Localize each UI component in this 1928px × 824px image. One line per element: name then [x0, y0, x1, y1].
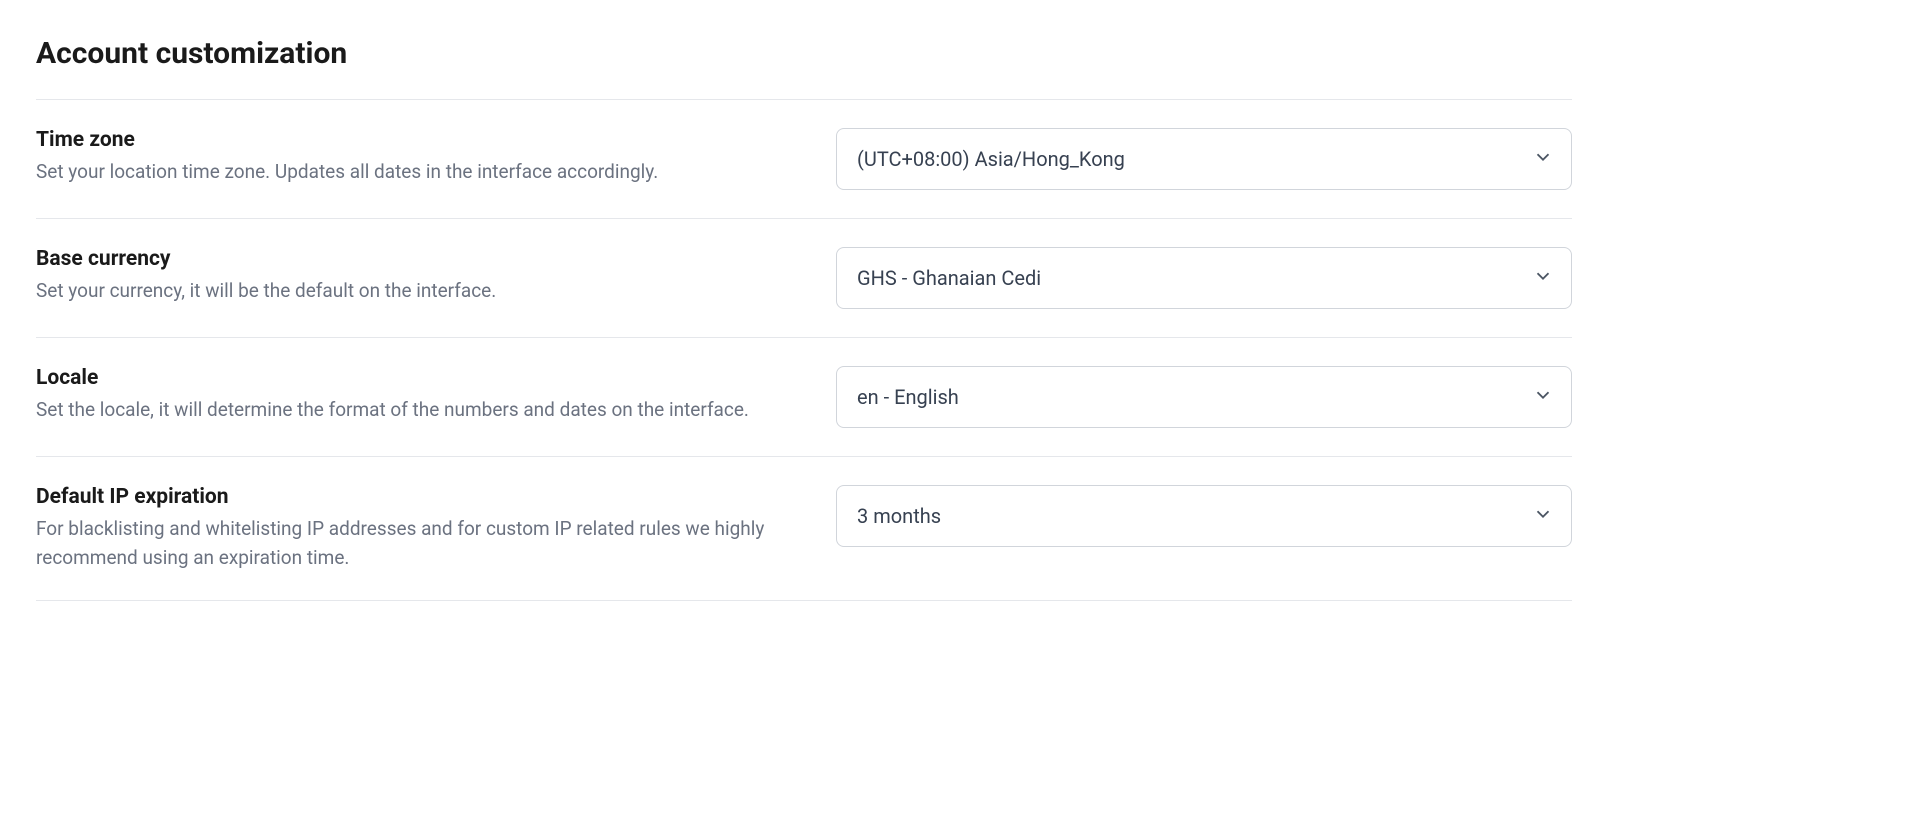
- setting-title-ip-expiration: Default IP expiration: [36, 485, 796, 509]
- setting-label: Time zone Set your location time zone. U…: [36, 128, 796, 187]
- page-title: Account customization: [36, 36, 1572, 71]
- setting-row-currency: Base currency Set your currency, it will…: [36, 219, 1572, 337]
- setting-title-timezone: Time zone: [36, 128, 796, 152]
- setting-row-locale: Locale Set the locale, it will determine…: [36, 338, 1572, 456]
- setting-description-currency: Set your currency, it will be the defaul…: [36, 277, 796, 306]
- setting-description-timezone: Set your location time zone. Updates all…: [36, 158, 796, 187]
- setting-label: Locale Set the locale, it will determine…: [36, 366, 796, 425]
- setting-control: 3 months: [836, 485, 1572, 547]
- setting-row-timezone: Time zone Set your location time zone. U…: [36, 100, 1572, 218]
- setting-description-locale: Set the locale, it will determine the fo…: [36, 396, 796, 425]
- setting-description-ip-expiration: For blacklisting and whitelisting IP add…: [36, 515, 796, 572]
- setting-label: Base currency Set your currency, it will…: [36, 247, 796, 306]
- setting-control: (UTC+08:00) Asia/Hong_Kong: [836, 128, 1572, 190]
- setting-control: en - English: [836, 366, 1572, 428]
- setting-title-currency: Base currency: [36, 247, 796, 271]
- select-wrapper: en - English: [836, 366, 1572, 428]
- select-wrapper: GHS - Ghanaian Cedi: [836, 247, 1572, 309]
- currency-select[interactable]: GHS - Ghanaian Cedi: [836, 247, 1572, 309]
- timezone-select[interactable]: (UTC+08:00) Asia/Hong_Kong: [836, 128, 1572, 190]
- select-wrapper: 3 months: [836, 485, 1572, 547]
- setting-label: Default IP expiration For blacklisting a…: [36, 485, 796, 572]
- setting-title-locale: Locale: [36, 366, 796, 390]
- divider: [36, 600, 1572, 601]
- select-wrapper: (UTC+08:00) Asia/Hong_Kong: [836, 128, 1572, 190]
- locale-select[interactable]: en - English: [836, 366, 1572, 428]
- setting-control: GHS - Ghanaian Cedi: [836, 247, 1572, 309]
- account-customization-section: Account customization Time zone Set your…: [36, 36, 1572, 601]
- ip-expiration-select[interactable]: 3 months: [836, 485, 1572, 547]
- setting-row-ip-expiration: Default IP expiration For blacklisting a…: [36, 457, 1572, 600]
